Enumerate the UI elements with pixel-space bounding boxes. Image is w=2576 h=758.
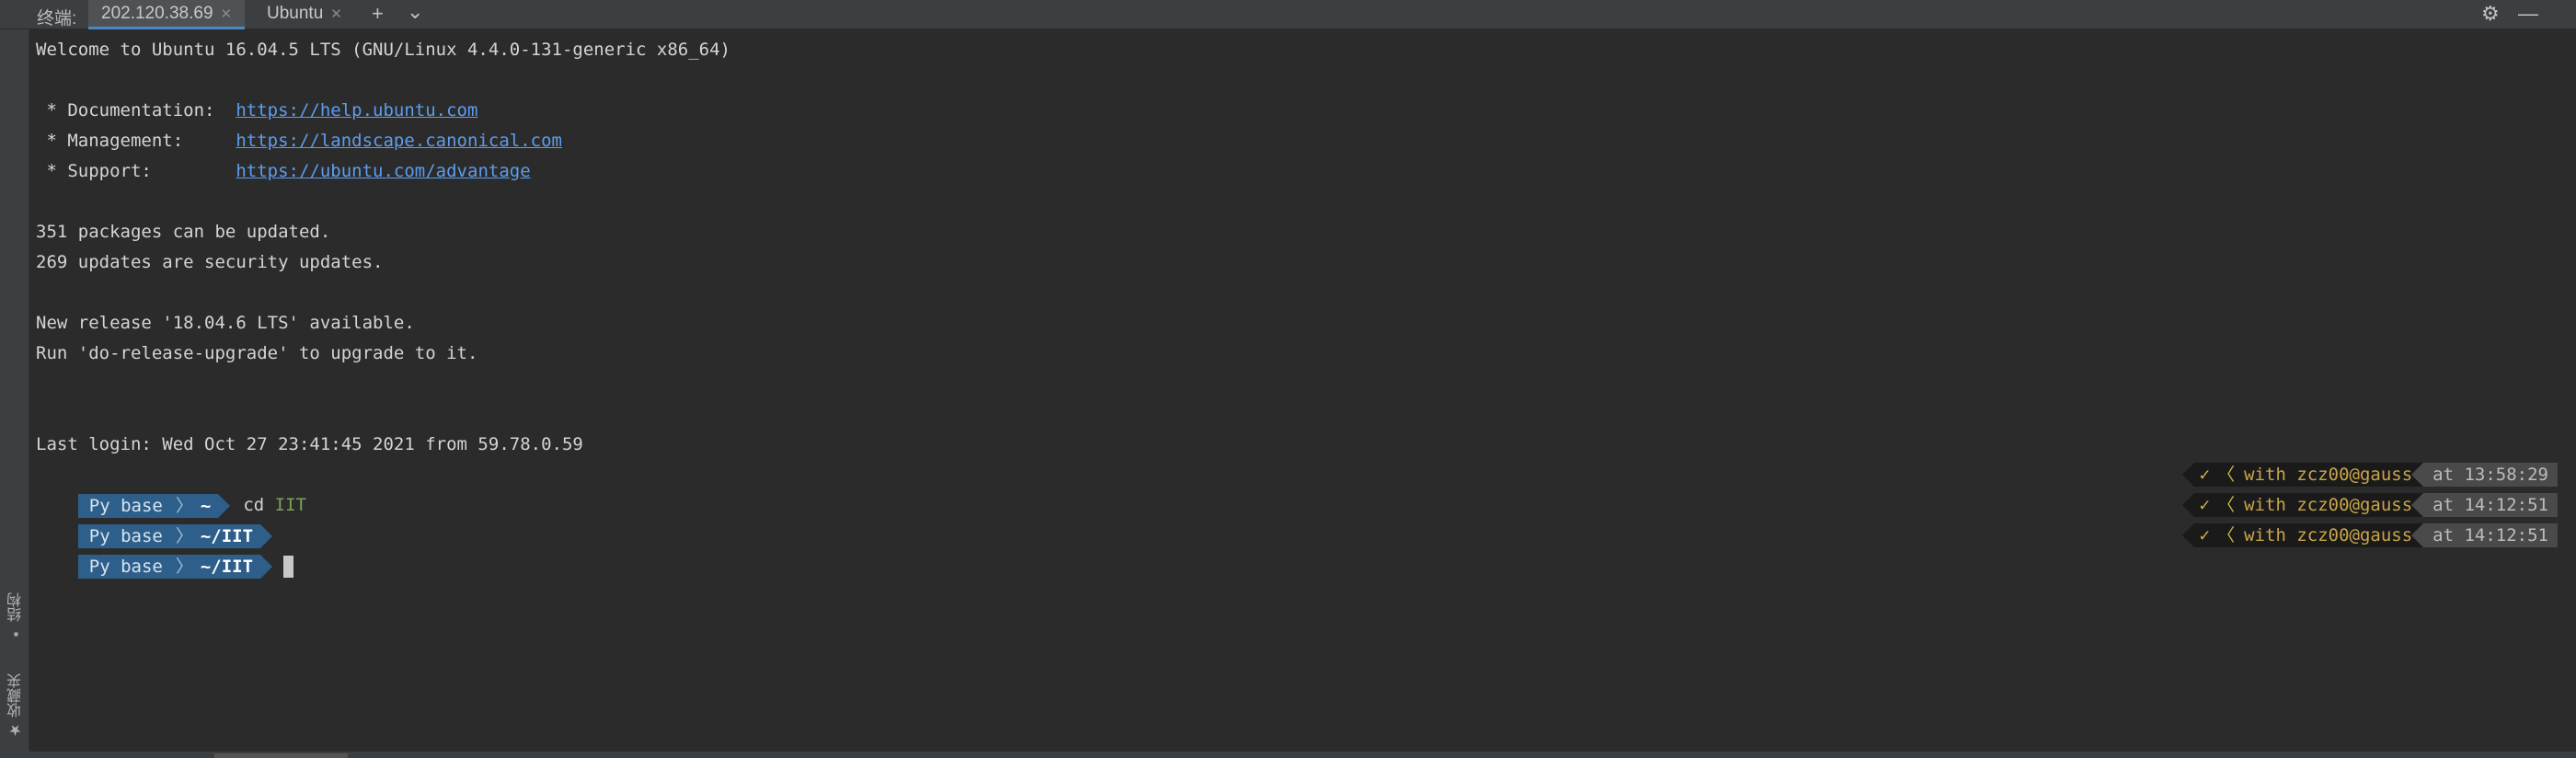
prompt-line: Py base 〉 ~/IIT ✓ 〈 with zcz00@gauss at 14:12… (36, 490, 2558, 548)
tab-label: 202.120.38.69 (101, 4, 213, 23)
last-login-line: Last login: Wed Oct 27 23:41:45 2021 fro… (36, 434, 583, 454)
plus-icon[interactable]: + (372, 2, 384, 26)
prompt-separator: 〉 (173, 554, 197, 579)
minimize-icon[interactable]: — (2518, 2, 2538, 26)
doc-link[interactable]: https://help.ubuntu.com (236, 100, 477, 121)
tab-ubuntu[interactable]: Ubuntu ✕ (254, 0, 355, 29)
rprompt-arrow (2181, 523, 2194, 547)
tab-label: Ubuntu (267, 4, 324, 23)
timestamp: at 14:12:51 (2423, 493, 2558, 517)
gear-icon[interactable]: ⚙ (2481, 2, 2500, 26)
structure-icon: ▪ (8, 622, 24, 642)
timestamp: at 13:58:29 (2423, 463, 2558, 487)
support-line: * Support: https://ubuntu.com/advantage (36, 156, 2558, 187)
welcome-line: Welcome to Ubuntu 16.04.5 LTS (GNU/Linux… (36, 40, 730, 60)
support-link[interactable]: https://ubuntu.com/advantage (236, 161, 530, 181)
check-icon: ✓ (2193, 463, 2218, 487)
terminal-label: 终端: (37, 9, 77, 29)
right-prompt: ✓ 〈 with zcz00@gauss at 14:12:51 (2181, 493, 2558, 517)
user-host: with zcz00@gauss (2240, 493, 2424, 517)
env-segment: Py base (77, 554, 174, 579)
terminal-output[interactable]: Welcome to Ubuntu 16.04.5 LTS (GNU/Linux… (36, 35, 2558, 579)
timestamp: at 14:12:51 (2423, 523, 2558, 547)
scrollbar-thumb[interactable] (214, 753, 348, 758)
prompt-line: Py base 〉 ~/IIT ✓ 〈 with zcz00@gauss at 14:12… (36, 521, 2558, 579)
management-label: * Management: (36, 131, 236, 151)
upgrade-hint-line: Run 'do-release-upgrade' to upgrade to i… (36, 343, 478, 363)
rprompt-arrow (2181, 493, 2194, 517)
close-icon[interactable]: ✕ (330, 6, 342, 22)
release-line: New release '18.04.6 LTS' available. (36, 313, 415, 333)
sidebar-item-favorites[interactable]: ★ 收藏夹 (6, 673, 28, 739)
star-icon: ★ (8, 718, 24, 740)
sidebar-item-structure[interactable]: ▪ 结构 (6, 592, 28, 641)
sidebar-item-label: 结构 (8, 592, 24, 622)
dir-segment: ~/IIT (196, 554, 261, 579)
close-icon[interactable]: ✕ (221, 6, 233, 22)
user-host: with zcz00@gauss (2240, 523, 2424, 547)
prompt-line: Py base 〉 ~ cd IIT ✓ 〈 with zcz00@gauss at 13:… (36, 460, 2558, 518)
text-cursor[interactable] (283, 555, 294, 578)
security-updates-line: 269 updates are security updates. (36, 252, 384, 272)
rprompt-arrow (2411, 463, 2424, 487)
bottom-scrollbar[interactable] (0, 752, 2576, 758)
chevron-down-icon[interactable]: ⌄ (407, 0, 423, 24)
check-icon: ✓ (2193, 493, 2218, 517)
doc-label: * Documentation: (36, 100, 236, 121)
terminal-tab-bar: 终端: 202.120.38.69 ✕ Ubuntu ✕ + ⌄ ⚙ — (0, 0, 2576, 29)
user-host: with zcz00@gauss (2240, 463, 2424, 487)
check-icon: ✓ (2193, 523, 2218, 547)
doc-line: * Documentation: https://help.ubuntu.com (36, 96, 2558, 126)
updates-line: 351 packages can be updated. (36, 222, 331, 242)
rprompt-arrow (2181, 463, 2194, 487)
right-prompt: ✓ 〈 with zcz00@gauss at 13:58:29 (2181, 463, 2558, 487)
sidebar-item-label: 收藏夹 (8, 673, 24, 718)
management-link[interactable]: https://landscape.canonical.com (236, 131, 562, 151)
rprompt-separator: 〈 (2217, 523, 2241, 547)
support-label: * Support: (36, 161, 236, 181)
rprompt-arrow (2411, 523, 2424, 547)
left-tool-strip: ▪ 结构 ★ 收藏夹 (0, 29, 29, 752)
rprompt-separator: 〈 (2217, 493, 2241, 517)
right-prompt: ✓ 〈 with zcz00@gauss at 14:12:51 (2181, 523, 2558, 547)
management-line: * Management: https://landscape.canonica… (36, 126, 2558, 156)
rprompt-separator: 〈 (2217, 463, 2241, 487)
tab-remote-host[interactable]: 202.120.38.69 ✕ (88, 0, 246, 29)
prompt-arrow (260, 554, 273, 579)
rprompt-arrow (2411, 493, 2424, 517)
